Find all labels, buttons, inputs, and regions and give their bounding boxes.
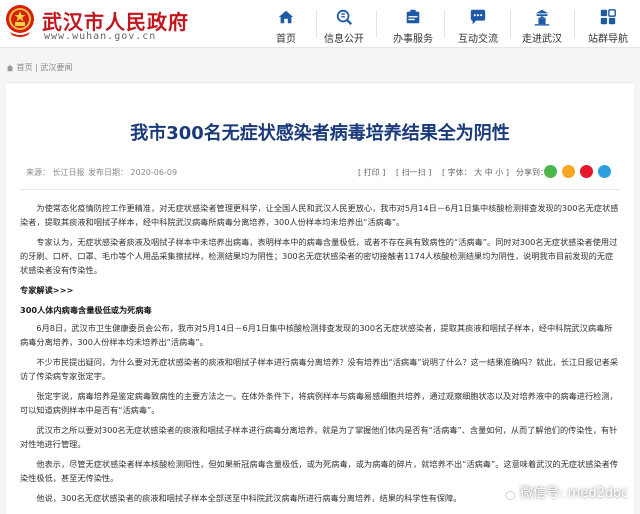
article-paragraph: 6月8日，武汉市卫生健康委员会公布，我市对5月14日－6月1日集中核酸检测排查发…: [20, 323, 613, 347]
breadcrumb-section[interactable]: 武汉要闻: [40, 63, 72, 72]
info-publicity-icon: [336, 9, 352, 25]
wechat-icon: [501, 487, 516, 500]
article-paragraph: 张定宇说，病毒培养是鉴定病毒致病性的主要方法之一。在体外条件下，将病例样本与病毒…: [20, 391, 618, 415]
article-paragraph: 为使常态化疫情防控工作更精准，对无症状感染者管理更科学，让全国人民和武汉人民更放…: [20, 203, 619, 227]
section-heading: 专家解读>>>: [20, 285, 74, 295]
article-paragraph: 专家认为，无症状感染者痰液及咽拭子样本中未培养出病毒，表明样本中的病毒含量极低，…: [20, 237, 618, 275]
article-source: 来源： 长江日报: [26, 168, 85, 177]
wechat-watermark: 微信号: med2doc: [500, 482, 628, 502]
chat-icon: [470, 9, 486, 25]
nav-divider: [574, 10, 575, 38]
section-subheading: 300人体内病毒含量极低或为死病毒: [20, 305, 152, 315]
nav-home[interactable]: 首页: [256, 0, 316, 48]
article-title: 我市300名无症状感染者病毒培养结果全为阴性: [130, 123, 510, 144]
nav-divider: [510, 10, 511, 38]
article-meta: 来源： 长江日报 发布日期： 2020-06-09 [ 打印 ] [ 扫一扫 ]…: [6, 161, 634, 183]
article-panel: 我市300名无症状感染者病毒培养结果全为阴性 来源： 长江日报 发布日期： 20…: [6, 82, 634, 514]
nav-services[interactable]: 办事服务: [383, 0, 443, 48]
national-emblem-icon[interactable]: [4, 4, 36, 38]
grid-icon: [600, 9, 616, 25]
nav-visit-wuhan[interactable]: 走进武汉: [512, 0, 572, 48]
article-paragraph: 他表示，尽管无症状感染者样本核酸检测阳性，但如果新冠病毒含量极低，或为死病毒，或…: [20, 459, 619, 483]
qq-share-icon[interactable]: [598, 165, 611, 178]
landmark-icon: [534, 9, 550, 26]
nav-info-publicity-label: 信息公开: [324, 34, 364, 45]
site-url: www.wuhan.gov.cn: [44, 31, 157, 42]
breadcrumb: 首页 | 武汉要闻: [0, 62, 640, 80]
home-icon: [278, 10, 294, 24]
nav-services-label: 办事服务: [393, 34, 433, 45]
nav-info-publicity[interactable]: 信息公开: [314, 0, 374, 48]
service-icon: [406, 9, 420, 24]
site-header: 武汉市人民政府 www.wuhan.gov.cn 首页 信息公开 办事服务 互动…: [0, 0, 640, 48]
print-button[interactable]: [ 打印 ]: [358, 167, 385, 178]
home-icon: [6, 64, 14, 71]
nav-divider: [444, 10, 445, 38]
breadcrumb-home[interactable]: 首页: [17, 63, 33, 72]
nav-site-group-label: 站群导航: [588, 34, 628, 45]
nav-site-group[interactable]: 站群导航: [578, 0, 638, 48]
article-paragraph: 不少市民提出疑问，为什么要对无症状感染者的痰液和咽拭子样本进行病毒分离培养？没有…: [20, 357, 619, 381]
qzone-share-icon[interactable]: [562, 165, 575, 178]
nav-home-label: 首页: [276, 34, 296, 45]
wechat-share-icon[interactable]: [544, 165, 557, 178]
nav-interaction-label: 互动交流: [458, 34, 498, 45]
nav-visit-wuhan-label: 走进武汉: [522, 34, 562, 45]
article-body: 为使常态化疫情防控工作更精准，对无症状感染者管理更科学，让全国人民和武汉人民更放…: [20, 201, 620, 511]
scan-button[interactable]: [ 扫一扫 ]: [396, 167, 431, 178]
font-size-control[interactable]: [ 字体： 大 中 小 ]: [442, 167, 509, 178]
nav-interaction[interactable]: 互动交流: [448, 0, 508, 48]
weibo-share-icon[interactable]: [580, 165, 593, 178]
breadcrumb-separator: |: [35, 63, 38, 72]
divider: [20, 189, 620, 190]
article-publish-date: 发布日期： 2020-06-09: [88, 168, 178, 177]
watermark-text: 微信号: med2doc: [520, 486, 629, 501]
nav-divider: [376, 10, 377, 38]
article-paragraph: 武汉市之所以要对300名无症状感染者的痰液和咽拭子样本进行病毒分离培养，就是为了…: [20, 425, 618, 449]
